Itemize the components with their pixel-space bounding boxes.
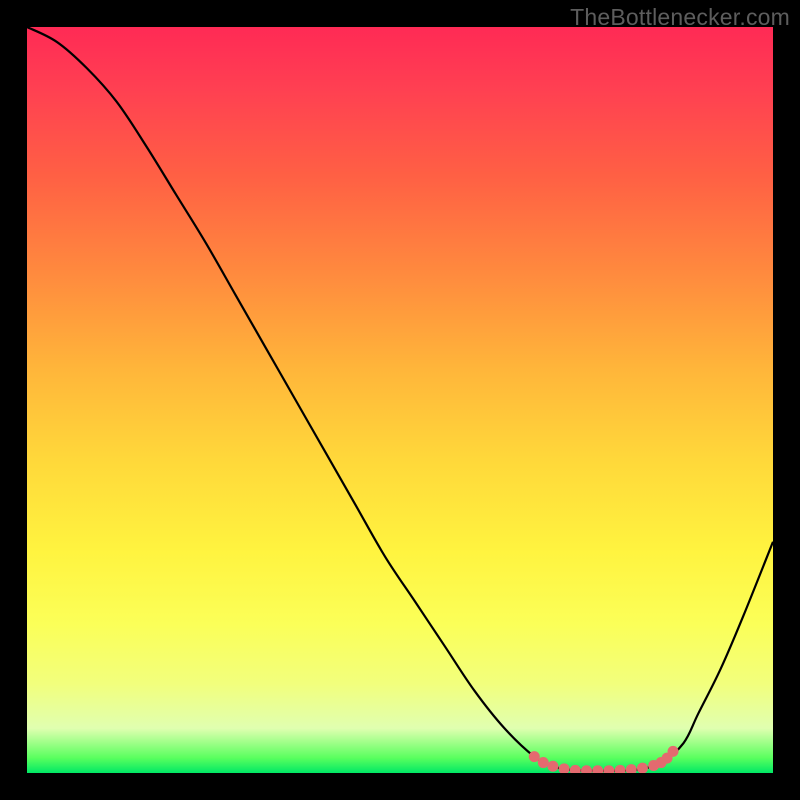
valley-marker: [581, 765, 592, 773]
valley-marker: [547, 761, 558, 772]
valley-marker: [603, 765, 614, 773]
chart-frame: TheBottlenecker.com: [0, 0, 800, 800]
valley-marker: [538, 757, 549, 768]
valley-marker: [668, 746, 679, 757]
valley-marker: [570, 765, 581, 773]
bottleneck-curve: [27, 27, 773, 771]
valley-marker: [626, 764, 637, 773]
chart-svg: [27, 27, 773, 773]
valley-marker: [637, 763, 648, 773]
valley-marker: [592, 765, 603, 773]
valley-marker: [529, 751, 540, 762]
watermark-text: TheBottlenecker.com: [570, 4, 790, 31]
valley-marker: [559, 763, 570, 773]
plot-area: [27, 27, 773, 773]
valley-marker-group: [529, 746, 679, 773]
valley-marker: [615, 765, 626, 773]
